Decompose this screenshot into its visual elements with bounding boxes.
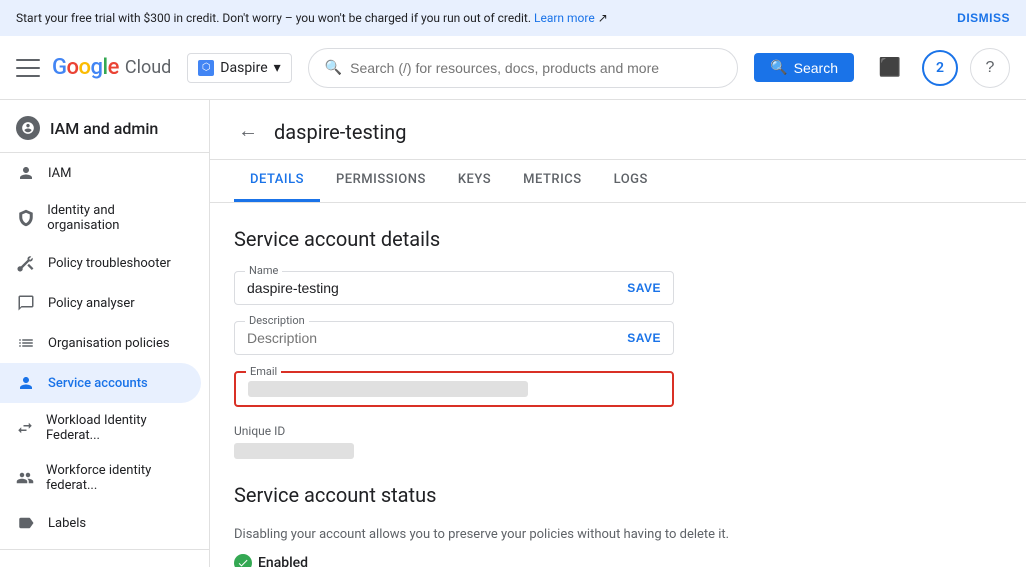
name-input[interactable] xyxy=(247,280,627,296)
tab-metrics[interactable]: METRICS xyxy=(507,160,597,202)
section-title: Service account details xyxy=(234,227,1002,251)
sidebar-item-workload-identity[interactable]: Workload Identity Federat... xyxy=(0,403,201,453)
sidebar-item-org-policies-label: Organisation policies xyxy=(48,336,170,351)
tab-details[interactable]: DETAILS xyxy=(234,160,320,202)
content-area: Service account details Name SAVE Descri… xyxy=(210,203,1026,567)
policy-troubleshooter-icon xyxy=(16,253,36,273)
sidebar-item-policy-troubleshooter[interactable]: Policy troubleshooter xyxy=(0,243,201,283)
sidebar-item-manage-resources[interactable]: Manage resources xyxy=(0,556,201,567)
sidebar-divider xyxy=(0,549,209,550)
project-name: Daspire xyxy=(220,60,267,76)
sidebar-item-identity-org[interactable]: Identity and organisation xyxy=(0,193,201,243)
top-banner: Start your free trial with $300 in credi… xyxy=(0,0,1026,36)
sidebar-item-service-accounts-label: Service accounts xyxy=(48,376,148,391)
unique-id-value-blurred xyxy=(234,443,354,459)
project-icon: ⬡ xyxy=(198,60,214,76)
email-value-blurred xyxy=(248,381,528,397)
app-body: IAM and admin IAM Identity and organisat… xyxy=(0,100,1026,567)
name-field-wrapper: Name SAVE xyxy=(234,271,674,305)
dismiss-button[interactable]: DISMISS xyxy=(957,11,1010,25)
name-field-value: SAVE xyxy=(247,280,661,296)
sidebar-item-labels[interactable]: Labels xyxy=(0,503,201,543)
project-chevron: ▾ xyxy=(274,60,281,76)
sidebar-item-workforce-identity-label: Workforce identity federat... xyxy=(46,463,185,493)
banner-text: Start your free trial with $300 in credi… xyxy=(16,11,608,25)
name-label: Name xyxy=(245,264,282,277)
status-description: Disabling your account allows you to pre… xyxy=(234,527,1002,542)
terminal-button[interactable]: ⬛ xyxy=(870,48,910,88)
description-input[interactable] xyxy=(247,330,627,346)
policy-analyser-icon xyxy=(16,293,36,313)
sidebar: IAM and admin IAM Identity and organisat… xyxy=(0,100,210,567)
sidebar-item-org-policies[interactable]: Organisation policies xyxy=(0,323,201,363)
project-selector[interactable]: ⬡ Daspire ▾ xyxy=(187,53,291,83)
status-badge: Enabled xyxy=(234,554,1002,567)
sidebar-item-iam[interactable]: IAM xyxy=(0,153,201,193)
learn-more-link[interactable]: Learn more xyxy=(534,11,595,25)
description-field-value: SAVE xyxy=(247,330,661,346)
iam-icon xyxy=(16,163,36,183)
tab-keys[interactable]: KEYS xyxy=(442,160,507,202)
notifications-button[interactable]: 2 xyxy=(922,50,958,86)
header-right: ⬛ 2 ? xyxy=(870,48,1010,88)
unique-id-field-group: Unique ID xyxy=(234,423,1002,463)
menu-icon[interactable] xyxy=(16,59,40,77)
enabled-status-icon xyxy=(234,554,252,567)
labels-icon xyxy=(16,513,36,533)
sidebar-item-policy-troubleshooter-label: Policy troubleshooter xyxy=(48,256,171,271)
header-left: Google Google Cloud Cloud xyxy=(16,55,171,80)
sidebar-item-policy-analyser[interactable]: Policy analyser xyxy=(0,283,201,323)
tab-logs[interactable]: LOGS xyxy=(598,160,664,202)
service-accounts-icon xyxy=(16,373,36,393)
sidebar-item-policy-analyser-label: Policy analyser xyxy=(48,296,135,311)
email-field-wrapper: Email xyxy=(234,371,674,407)
help-button[interactable]: ? xyxy=(970,48,1010,88)
name-field-group: Name SAVE xyxy=(234,271,1002,305)
description-field-group: Description SAVE xyxy=(234,321,1002,355)
name-save-button[interactable]: SAVE xyxy=(627,281,661,295)
page-header: ← daspire-testing xyxy=(210,100,1026,160)
sidebar-item-workload-identity-label: Workload Identity Federat... xyxy=(46,413,185,443)
sidebar-header: IAM and admin xyxy=(0,100,209,153)
description-field-wrapper: Description SAVE xyxy=(234,321,674,355)
sidebar-item-identity-label: Identity and organisation xyxy=(47,203,185,233)
email-label: Email xyxy=(246,365,281,378)
email-field-group: Email xyxy=(234,371,1002,407)
iam-admin-icon xyxy=(16,116,40,140)
google-cloud-logo: Google Google Cloud Cloud xyxy=(52,55,171,80)
sidebar-item-workforce-identity[interactable]: Workforce identity federat... xyxy=(0,453,201,503)
email-field-value xyxy=(248,381,660,397)
sidebar-item-service-accounts[interactable]: Service accounts xyxy=(0,363,201,403)
search-button[interactable]: 🔍 Search xyxy=(754,53,854,82)
back-button[interactable]: ← xyxy=(234,116,262,147)
org-policies-icon xyxy=(16,333,36,353)
header: Google Google Cloud Cloud ⬡ Daspire ▾ 🔍 … xyxy=(0,36,1026,100)
identity-org-icon xyxy=(16,208,35,228)
description-label: Description xyxy=(245,314,309,327)
main-content: ← daspire-testing DETAILS PERMISSIONS KE… xyxy=(210,100,1026,567)
status-section-title: Service account status xyxy=(234,483,1002,507)
search-input[interactable] xyxy=(350,60,721,76)
sidebar-item-labels-label: Labels xyxy=(48,516,86,531)
sidebar-heading: IAM and admin xyxy=(50,119,158,138)
page-title: daspire-testing xyxy=(274,120,406,144)
search-icon: 🔍 xyxy=(325,60,342,76)
workload-identity-icon xyxy=(16,418,34,438)
description-save-button[interactable]: SAVE xyxy=(627,331,661,345)
tab-permissions[interactable]: PERMISSIONS xyxy=(320,160,442,202)
search-bar: 🔍 xyxy=(308,48,739,88)
workforce-identity-icon xyxy=(16,468,34,488)
sidebar-item-iam-label: IAM xyxy=(48,166,71,181)
unique-id-label: Unique ID xyxy=(234,424,285,438)
tabs-bar: DETAILS PERMISSIONS KEYS METRICS LOGS xyxy=(210,160,1026,203)
search-btn-icon: 🔍 xyxy=(770,59,787,76)
status-label: Enabled xyxy=(258,555,308,567)
status-section: Service account status Disabling your ac… xyxy=(234,483,1002,567)
